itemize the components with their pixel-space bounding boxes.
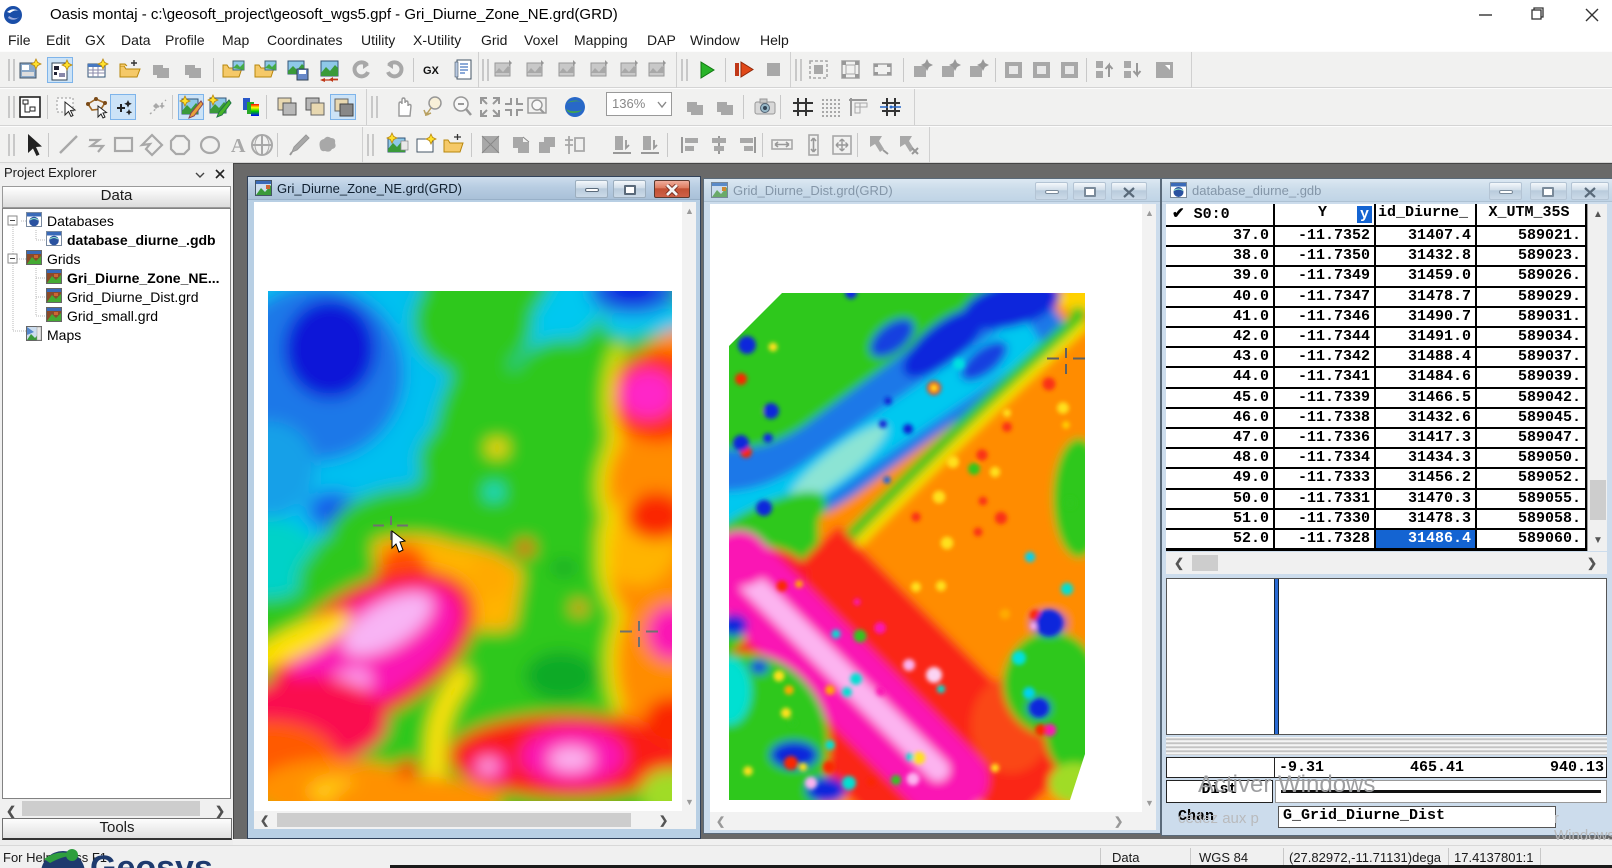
- svg-text:A: A: [231, 135, 246, 157]
- svg-text:Geosys: Geosys: [90, 849, 213, 868]
- svg-text:GX: GX: [423, 65, 440, 77]
